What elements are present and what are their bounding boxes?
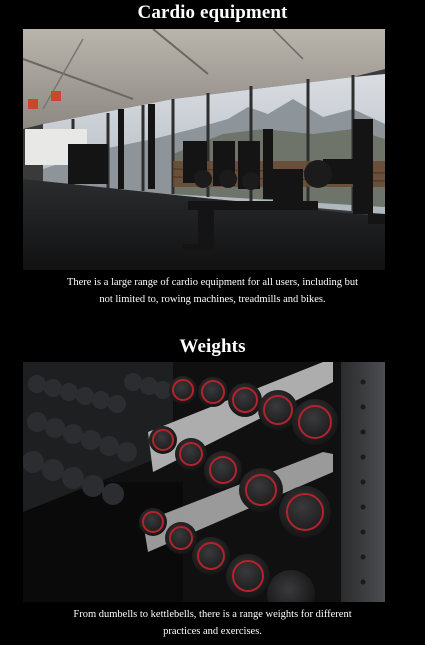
section-caption-cardio: There is a large range of cardio equipme… bbox=[66, 277, 359, 305]
cardio-equipment-photo bbox=[23, 29, 385, 270]
weights-rack-photo bbox=[23, 362, 385, 602]
section-title-weights: Weights bbox=[179, 336, 246, 357]
section-caption-weights: From dumbells to kettlebells, there is a… bbox=[73, 609, 352, 637]
section-title-cardio: Cardio equipment bbox=[137, 2, 288, 23]
